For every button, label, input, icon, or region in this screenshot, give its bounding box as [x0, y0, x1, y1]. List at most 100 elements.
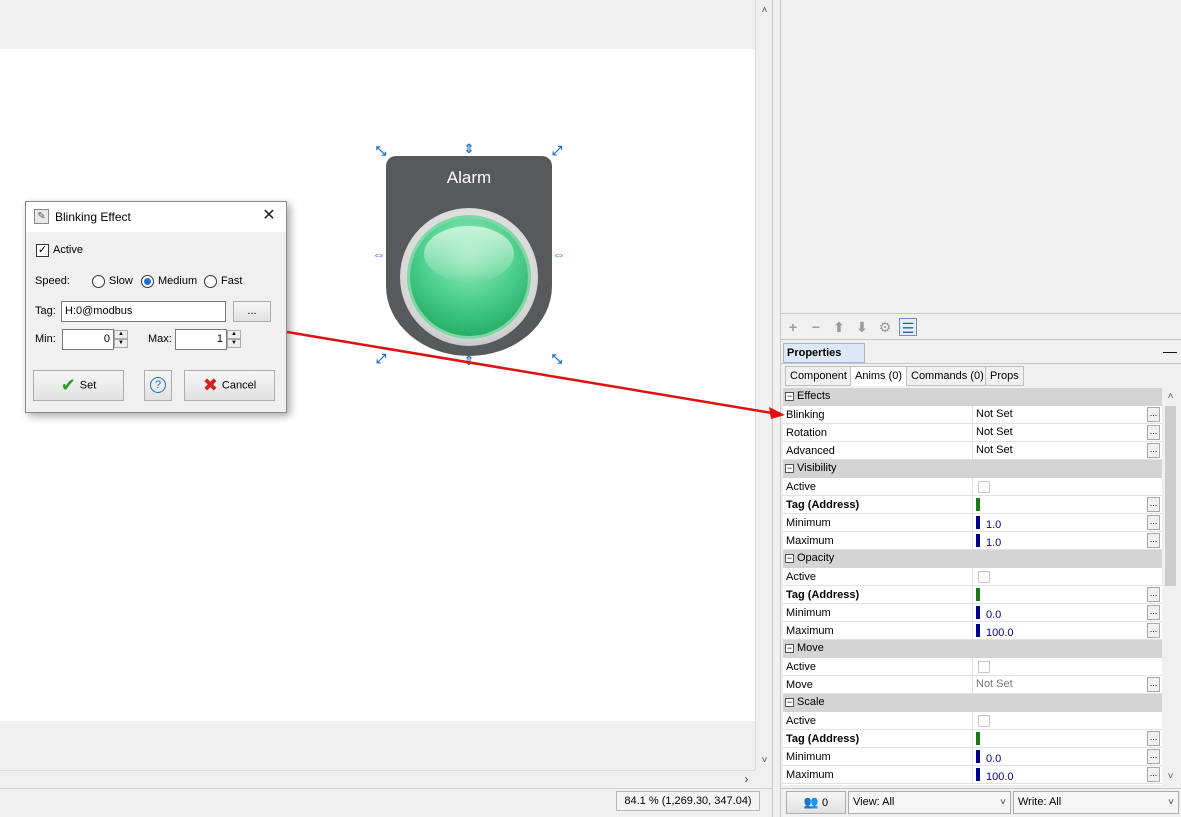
minimize-icon[interactable]: — [1163, 343, 1177, 359]
min-input[interactable]: 0 [62, 329, 114, 350]
property-value[interactable]: 100.0 [972, 622, 1148, 640]
edit-button[interactable]: ... [1147, 407, 1160, 422]
resize-handle-nw-icon[interactable]: ⤡ [374, 144, 388, 158]
edit-button[interactable]: ... [1147, 731, 1160, 746]
collapse-icon[interactable]: − [785, 554, 794, 563]
scroll-up-icon[interactable]: ˄ [1162, 388, 1179, 405]
view-filter-select[interactable]: View: All ˅ [848, 791, 1011, 814]
tag-browse-button[interactable]: ... [233, 301, 271, 322]
collapse-icon[interactable]: − [785, 644, 794, 653]
edit-button[interactable]: ... [1147, 443, 1160, 458]
property-row-opacity-maximum[interactable]: Maximum 100.0 ... [783, 622, 1162, 640]
add-icon[interactable]: + [784, 318, 802, 336]
property-value[interactable]: Not Set [972, 424, 1148, 442]
property-row-opacity-minimum[interactable]: Minimum 0.0 ... [783, 604, 1162, 622]
property-value[interactable] [972, 586, 1148, 604]
property-value[interactable]: 0.0 [972, 748, 1148, 766]
scroll-down-icon[interactable]: ˅ [756, 752, 773, 769]
collapse-icon[interactable]: − [785, 698, 794, 707]
properties-scrollbar[interactable]: ˄ ˅ [1162, 388, 1179, 785]
panel-splitter[interactable] [772, 0, 781, 817]
settings-gear-icon[interactable]: ⚙ [876, 318, 894, 336]
edit-button[interactable]: ... [1147, 749, 1160, 764]
move-down-icon[interactable]: ⬇ [853, 318, 871, 336]
tag-input[interactable]: H:0@modbus [61, 301, 226, 322]
property-value[interactable]: Not Set [972, 406, 1148, 424]
collapse-icon[interactable]: − [785, 464, 794, 473]
property-value[interactable] [972, 658, 1148, 676]
edit-button[interactable]: ... [1147, 533, 1160, 548]
speed-radio-medium[interactable] [141, 275, 154, 288]
edit-button[interactable]: ... [1147, 767, 1160, 782]
property-row-scale-maximum[interactable]: Maximum 100.0 ... [783, 766, 1162, 784]
category-effects[interactable]: − Effects [783, 388, 1162, 406]
edit-button[interactable]: ... [1147, 623, 1160, 638]
property-row-advanced[interactable]: Advanced Not Set ... [783, 442, 1162, 460]
edit-button[interactable]: ... [1147, 605, 1160, 620]
edit-button[interactable]: ... [1147, 497, 1160, 512]
cancel-button[interactable]: ✖ Cancel [184, 370, 275, 401]
resize-handle-n-icon[interactable]: ⇕ [462, 142, 476, 156]
property-row-move[interactable]: Move Not Set ... [783, 676, 1162, 694]
active-checkbox[interactable] [978, 661, 990, 673]
edit-button[interactable]: ... [1147, 587, 1160, 602]
category-scale[interactable]: − Scale [783, 694, 1162, 712]
property-value[interactable] [972, 730, 1148, 748]
resize-handle-e-icon[interactable]: ⇔ [552, 248, 566, 262]
canvas-horizontal-scrollbar[interactable]: › [0, 770, 755, 787]
scroll-down-icon[interactable]: ˅ [1162, 768, 1179, 785]
property-row-visibility-maximum[interactable]: Maximum 1.0 ... [783, 532, 1162, 550]
property-row-opacity-active[interactable]: Active [783, 568, 1162, 586]
property-row-opacity-tag[interactable]: Tag (Address) ... [783, 586, 1162, 604]
property-row-visibility-minimum[interactable]: Minimum 1.0 ... [783, 514, 1162, 532]
property-row-scale-tag[interactable]: Tag (Address) ... [783, 730, 1162, 748]
tab-props[interactable]: Props [985, 366, 1024, 386]
tab-commands[interactable]: Commands (0) [906, 366, 989, 386]
max-stepper[interactable]: ▲ ▼ [227, 330, 241, 349]
remove-icon[interactable]: − [807, 318, 825, 336]
property-row-visibility-active[interactable]: Active [783, 478, 1162, 496]
users-button[interactable]: 👥 0 [786, 791, 846, 814]
min-stepper[interactable]: ▲ ▼ [114, 330, 128, 349]
scroll-up-icon[interactable]: ˄ [756, 2, 773, 19]
list-icon[interactable]: ☰ [899, 318, 917, 336]
property-row-visibility-tag[interactable]: Tag (Address) ... [783, 496, 1162, 514]
property-value[interactable] [972, 496, 1148, 514]
stepper-down-icon[interactable]: ▼ [114, 339, 128, 348]
resize-handle-sw-icon[interactable]: ⤢ [374, 352, 388, 366]
canvas-vertical-scrollbar[interactable]: ˄ ˅ [755, 0, 772, 770]
component-tree-panel[interactable] [781, 0, 1181, 313]
stepper-up-icon[interactable]: ▲ [227, 330, 241, 339]
write-filter-select[interactable]: Write: All ˅ [1013, 791, 1179, 814]
scroll-thumb[interactable] [1165, 406, 1176, 586]
resize-handle-ne-icon[interactable]: ⤢ [550, 144, 564, 158]
property-row-scale-minimum[interactable]: Minimum 0.0 ... [783, 748, 1162, 766]
category-move[interactable]: − Move [783, 640, 1162, 658]
edit-button[interactable]: ... [1147, 425, 1160, 440]
property-value[interactable]: 1.0 [972, 514, 1148, 532]
active-checkbox[interactable] [978, 481, 990, 493]
property-value[interactable]: 1.0 [972, 532, 1148, 550]
category-opacity[interactable]: − Opacity [783, 550, 1162, 568]
property-value[interactable]: 0.0 [972, 604, 1148, 622]
edit-button[interactable]: ... [1147, 515, 1160, 530]
active-checkbox[interactable]: ✓ [36, 244, 49, 257]
stepper-up-icon[interactable]: ▲ [114, 330, 128, 339]
property-value[interactable]: 100.0 [972, 766, 1148, 784]
property-value[interactable] [972, 712, 1148, 730]
alarm-widget[interactable]: Alarm ⤡ ⇕ ⤢ ⇔ ⇔ ⤢ ⇕ ⤡ [373, 142, 566, 368]
set-button[interactable]: ✔ Set [33, 370, 124, 401]
property-value[interactable]: Not Set [972, 442, 1148, 460]
property-value[interactable]: Not Set [972, 676, 1148, 694]
max-input[interactable]: 1 [175, 329, 227, 350]
edit-button[interactable]: ... [1147, 677, 1160, 692]
resize-handle-s-icon[interactable]: ⇕ [462, 354, 476, 368]
active-checkbox[interactable] [978, 571, 990, 583]
property-value[interactable] [972, 568, 1148, 586]
active-checkbox[interactable] [978, 715, 990, 727]
tab-anims[interactable]: Anims (0) [850, 366, 908, 386]
resize-handle-se-icon[interactable]: ⤡ [550, 352, 564, 366]
speed-radio-slow[interactable] [92, 275, 105, 288]
scroll-right-icon[interactable]: › [738, 771, 755, 788]
category-visibility[interactable]: − Visibility [783, 460, 1162, 478]
